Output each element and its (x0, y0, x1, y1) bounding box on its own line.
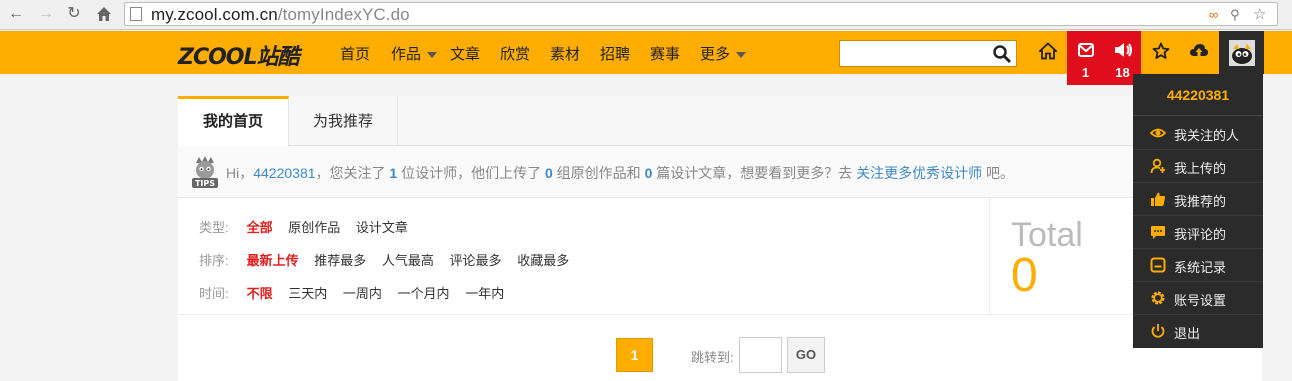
filter-sort-row: 排序: 最新上传 推荐最多 人气最高 评论最多 收藏最多 (199, 250, 581, 269)
filter-type-original[interactable]: 原创作品 (288, 217, 340, 236)
star-icon (1152, 42, 1170, 59)
back-arrow-icon[interactable]: ← (6, 4, 26, 24)
avatar (1229, 40, 1255, 66)
time-any[interactable]: 不限 (247, 283, 273, 302)
go-button[interactable]: GO (787, 337, 825, 373)
home-icon (1039, 42, 1057, 60)
page-button-current[interactable]: 1 (616, 338, 653, 372)
url-text: my.zcool.com.cn/tomyIndexYC.do (151, 5, 410, 24)
tab-recommended[interactable]: 为我推荐 (289, 96, 398, 146)
chevron-down-icon (427, 52, 438, 59)
thumbs-up-icon (1151, 192, 1166, 206)
filter-panel: 类型: 全部 原创作品 设计文章 排序: 最新上传 推荐最多 人气最高 评论最多… (178, 198, 990, 314)
menu-item-system-records[interactable]: 系统记录 (1133, 249, 1263, 282)
nav-appreciate[interactable]: 欣赏 (500, 43, 530, 64)
nav-more[interactable]: 更多 (700, 43, 747, 64)
nav-contests[interactable]: 赛事 (650, 43, 680, 64)
page-icon (130, 7, 142, 21)
speaker-icon (1115, 43, 1132, 57)
filter-time-row: 时间: 不限 三天内 一周内 一个月内 一年内 (199, 283, 516, 302)
sort-most-comments[interactable]: 评论最多 (450, 250, 502, 269)
time-1-week[interactable]: 一周内 (343, 283, 382, 302)
total-value: 0 (1011, 249, 1038, 302)
sort-latest[interactable]: 最新上传 (247, 250, 299, 269)
works-count: 0 (545, 165, 553, 181)
menu-item-comments[interactable]: 我评论的 (1133, 216, 1263, 249)
sort-most-favorites[interactable]: 收藏最多 (517, 250, 569, 269)
svg-text:TIPS: TIPS (195, 179, 215, 188)
messages-button[interactable]: 1 (1067, 31, 1104, 85)
menu-item-uploads[interactable]: 我上传的 (1133, 150, 1263, 183)
pagination: 1 跳转到: GO (178, 314, 1262, 381)
tab-bar: 我的首页 为我推荐 (178, 96, 1262, 147)
address-bar[interactable]: my.zcool.com.cn/tomyIndexYC.do ∞ ⚲ ☆ (124, 2, 1278, 26)
zcool-logo[interactable]: ZCOOL站酷 (178, 39, 300, 71)
browser-toolbar: ← → ↻ my.zcool.com.cn/tomyIndexYC.do ∞ ⚲… (0, 0, 1292, 30)
nav-jobs[interactable]: 招聘 (600, 43, 630, 64)
nav-works[interactable]: 作品 (391, 43, 438, 64)
bookmark-star-icon[interactable]: ☆ (1253, 7, 1266, 22)
time-3-days[interactable]: 三天内 (288, 283, 327, 302)
upload-user-icon (1150, 158, 1165, 174)
menu-item-logout[interactable]: 退出 (1133, 315, 1263, 348)
sort-most-recommended[interactable]: 推荐最多 (314, 250, 366, 269)
nav-articles[interactable]: 文章 (450, 43, 480, 64)
filter-type-row: 类型: 全部 原创作品 设计文章 (199, 217, 420, 236)
home-button[interactable] (1030, 31, 1067, 85)
nav-home[interactable]: 首页 (340, 43, 370, 64)
extension-pin-icon[interactable]: ⚲ (1230, 8, 1240, 22)
power-icon (1151, 324, 1165, 338)
username-link[interactable]: 44220381 (253, 165, 315, 181)
home-icon[interactable] (94, 4, 114, 24)
filter-type-all[interactable]: 全部 (247, 217, 273, 236)
chevron-down-icon (736, 52, 747, 59)
extension-infinity-icon[interactable]: ∞ (1209, 8, 1218, 22)
tips-mascot-icon: TIPS (192, 156, 218, 188)
filter-type-articles[interactable]: 设计文章 (356, 217, 408, 236)
jump-label: 跳转到: (691, 350, 734, 365)
dropdown-username[interactable]: 44220381 (1133, 74, 1263, 116)
user-dropdown-menu: 44220381 我关注的人 我上传的 我推荐的 我评论的 系统记录 账号设置 … (1133, 74, 1263, 348)
tips-bar: TIPS Hi，44220381，您关注了 1 位设计师，他们上传了 0 组原创… (178, 146, 1262, 198)
tips-text: Hi，44220381，您关注了 1 位设计师，他们上传了 0 组原创作品和 0… (226, 165, 1015, 181)
top-navigation: ZCOOL站酷 首页 作品 文章 欣赏 素材 招聘 赛事 更多 1 18 (0, 31, 1292, 85)
nav-materials[interactable]: 素材 (550, 43, 580, 64)
forward-arrow-icon[interactable]: → (36, 4, 56, 24)
system-record-icon (1150, 257, 1166, 273)
sort-most-popular[interactable]: 人气最高 (382, 250, 434, 269)
messages-count: 1 (1081, 65, 1090, 80)
menu-item-following[interactable]: 我关注的人 (1133, 117, 1263, 150)
mail-icon (1078, 43, 1094, 57)
time-1-month[interactable]: 一个月内 (398, 283, 450, 302)
search-input[interactable] (839, 40, 1017, 67)
search-icon[interactable] (992, 44, 1012, 64)
eye-icon (1150, 128, 1166, 138)
jump-page-input[interactable] (739, 337, 782, 373)
comment-icon (1151, 226, 1165, 239)
reload-icon[interactable]: ↻ (64, 4, 84, 24)
time-1-year[interactable]: 一年内 (465, 283, 504, 302)
follow-more-link[interactable]: 关注更多优秀设计师 (856, 165, 982, 181)
menu-item-account-settings[interactable]: 账号设置 (1133, 282, 1263, 315)
tab-my-home[interactable]: 我的首页 (178, 96, 289, 147)
avatar-button[interactable] (1219, 31, 1264, 74)
cloud-upload-icon (1190, 44, 1208, 57)
gear-icon (1151, 291, 1165, 305)
menu-item-recommended[interactable]: 我推荐的 (1133, 183, 1263, 216)
main-content: 我的首页 为我推荐 TIPS Hi，44220381，您关注了 1 位设计师，他… (178, 96, 1262, 381)
